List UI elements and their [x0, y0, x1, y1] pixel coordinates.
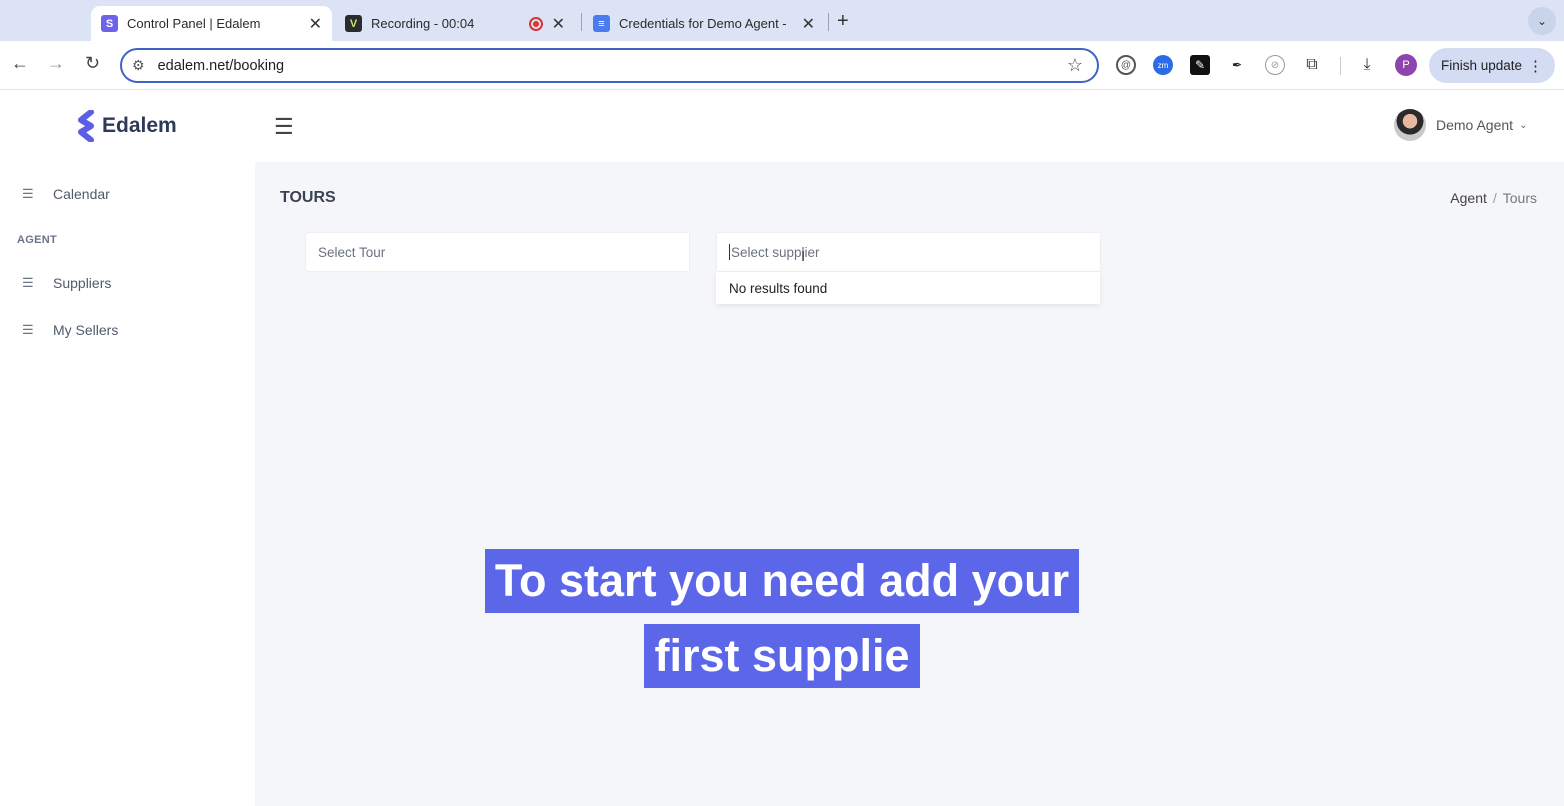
supplier-dropdown: No results found: [716, 272, 1100, 304]
close-icon[interactable]: ✕: [309, 14, 322, 34]
chevron-down-icon: ⌄: [1519, 119, 1528, 131]
edalem-logo-icon: [78, 110, 94, 142]
profile-avatar[interactable]: P: [1395, 54, 1417, 76]
supplier-select[interactable]: Select supplier: [716, 232, 1101, 272]
caption-text: first supplie: [644, 624, 920, 688]
bookmark-star-icon[interactable]: ☆: [1067, 55, 1083, 76]
sidebar-section-heading: AGENT: [17, 234, 57, 246]
brand-logo[interactable]: Edalem: [77, 110, 177, 142]
edalem-favicon-icon: S: [101, 15, 118, 32]
docs-favicon-icon: ≡: [593, 15, 610, 32]
sidebar: ☰ Calendar AGENT ☰ Suppliers ☰ My Seller…: [0, 162, 255, 806]
page-title: TOURS: [280, 189, 336, 206]
sidebar-item-calendar[interactable]: ☰ Calendar: [22, 186, 110, 202]
sidebar-item-suppliers[interactable]: ☰ Suppliers: [22, 275, 111, 291]
ink-extension-icon[interactable]: ✒: [1227, 55, 1247, 75]
tab-control-panel[interactable]: S Control Panel | Edalem ✕: [91, 6, 332, 41]
finish-update-button[interactable]: Finish update ⋮: [1429, 48, 1555, 83]
menu-toggle-icon[interactable]: ☰: [274, 114, 294, 140]
browser-toolbar: ← → ↻ ⚙ edalem.net/booking ☆ @ zm ✎ ✒ ⊘ …: [0, 41, 1564, 90]
tab-title: Control Panel | Edalem: [127, 16, 261, 31]
tab-divider: [828, 13, 829, 31]
tab-recording[interactable]: V Recording - 00:04 ✕: [335, 6, 575, 41]
breadcrumb: Agent / Tours: [1450, 190, 1537, 206]
sidebar-item-label: Calendar: [53, 186, 110, 202]
tab-title: Recording - 00:04: [371, 16, 475, 31]
site-settings-icon[interactable]: ⚙: [132, 57, 145, 74]
new-tab-button[interactable]: +: [837, 10, 849, 33]
user-name: Demo Agent: [1436, 117, 1514, 133]
text-cursor-icon: I: [801, 248, 806, 265]
download-icon[interactable]: ⤓: [1357, 55, 1377, 75]
tab-credentials[interactable]: ≡ Credentials for Demo Agent - ✕: [583, 6, 825, 41]
caption-text: To start you need add your: [484, 549, 1080, 613]
list-icon: ☰: [22, 186, 34, 201]
close-icon[interactable]: ✕: [552, 14, 565, 34]
sidebar-item-my-sellers[interactable]: ☰ My Sellers: [22, 322, 118, 338]
more-vert-icon[interactable]: ⋮: [1528, 57, 1543, 75]
toolbar-divider: [1340, 57, 1341, 75]
address-bar[interactable]: ⚙ edalem.net/booking ☆: [120, 48, 1099, 83]
reload-icon[interactable]: ↻: [85, 53, 100, 74]
text-caret: [729, 244, 730, 260]
sidebar-item-label: My Sellers: [53, 322, 119, 338]
close-icon[interactable]: ✕: [802, 14, 815, 34]
list-icon: ☰: [22, 322, 34, 337]
url-text[interactable]: edalem.net/booking: [158, 58, 285, 74]
caption-line-2: first supplie: [0, 624, 1564, 688]
breadcrumb-link-agent[interactable]: Agent: [1450, 190, 1487, 206]
breadcrumb-current: Tours: [1502, 190, 1537, 206]
tour-select-placeholder: Select Tour: [318, 244, 386, 260]
tour-select[interactable]: Select Tour: [305, 232, 690, 272]
no-results-message: No results found: [729, 280, 828, 296]
finish-update-label: Finish update: [1441, 58, 1523, 73]
breadcrumb-separator: /: [1492, 190, 1497, 206]
main-content: TOURS Agent / Tours Select Tour Select sup…: [255, 162, 1564, 806]
caption-line-1: To start you need add your: [0, 549, 1564, 613]
user-menu[interactable]: Demo Agent ⌄: [1394, 109, 1527, 141]
v-favicon-icon: V: [345, 15, 362, 32]
browser-tab-bar: S Control Panel | Edalem ✕ V Recording -…: [0, 0, 1564, 41]
back-arrow-icon[interactable]: ←: [11, 53, 29, 74]
pen-extension-icon[interactable]: ✎: [1190, 55, 1210, 75]
chevron-down-icon[interactable]: ⌄: [1528, 7, 1556, 35]
app-header: Edalem ☰ Demo Agent ⌄: [0, 90, 1564, 162]
puzzle-extensions-icon[interactable]: ⧉: [1302, 55, 1322, 75]
sidebar-item-label: Suppliers: [53, 275, 112, 291]
forward-arrow-icon[interactable]: →: [47, 53, 65, 74]
list-icon: ☰: [22, 275, 34, 290]
supplier-select-placeholder: Select supplier: [731, 244, 820, 260]
zoom-extension-icon[interactable]: zm: [1153, 55, 1173, 75]
tab-title: Credentials for Demo Agent -: [619, 16, 787, 31]
password-manager-icon[interactable]: @: [1116, 55, 1136, 75]
record-indicator-icon: [529, 16, 543, 31]
brand-name: Edalem: [102, 114, 177, 137]
compass-extension-icon[interactable]: ⊘: [1265, 55, 1285, 75]
avatar: [1394, 109, 1426, 141]
tab-divider: [581, 13, 582, 31]
